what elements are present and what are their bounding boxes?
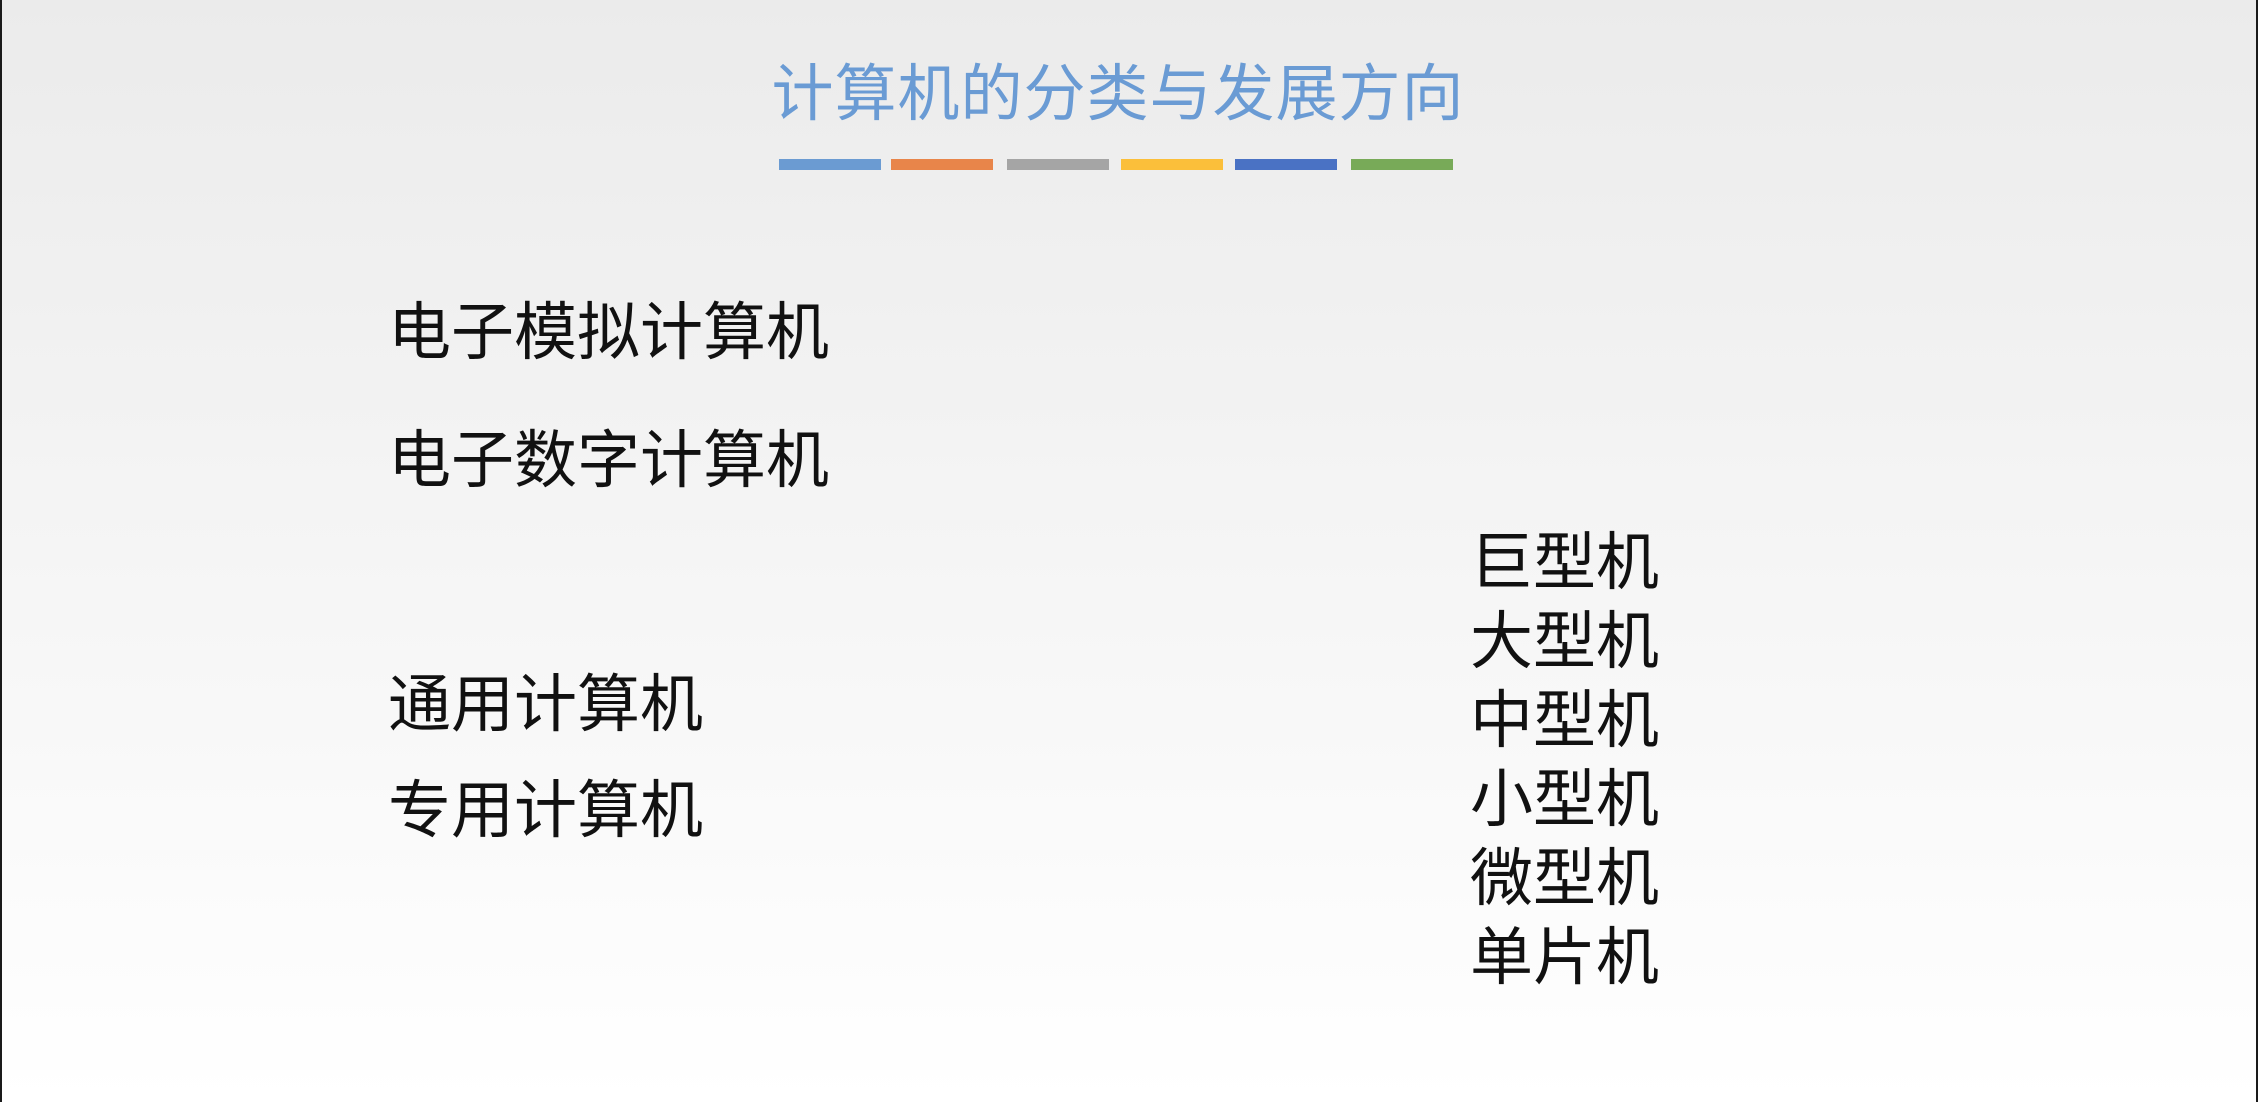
category-general-computer: 通用计算机	[388, 668, 703, 741]
type-midrange: 中型机	[1470, 684, 1659, 757]
color-bar-5	[1235, 159, 1337, 170]
color-bar-6	[1351, 159, 1453, 170]
slide-title: 计算机的分类与发展方向	[771, 57, 1465, 130]
category-analog-computer: 电子模拟计算机	[388, 296, 829, 369]
category-special-computer: 专用计算机	[388, 774, 703, 847]
type-microcomputer: 微型机	[1470, 842, 1659, 915]
type-supercomputer: 巨型机	[1470, 526, 1659, 599]
color-bar-2	[891, 159, 993, 170]
category-digital-computer: 电子数字计算机	[388, 424, 829, 497]
slide: 计算机的分类与发展方向 电子模拟计算机 电子数字计算机 通用计算机 专用计算机 …	[0, 0, 2258, 1102]
type-single-chip: 单片机	[1470, 921, 1659, 994]
type-minicomputer: 小型机	[1470, 763, 1659, 836]
type-mainframe: 大型机	[1470, 605, 1659, 678]
color-bar-1	[779, 159, 881, 170]
color-bar-3	[1007, 159, 1109, 170]
color-bar-4	[1121, 159, 1223, 170]
